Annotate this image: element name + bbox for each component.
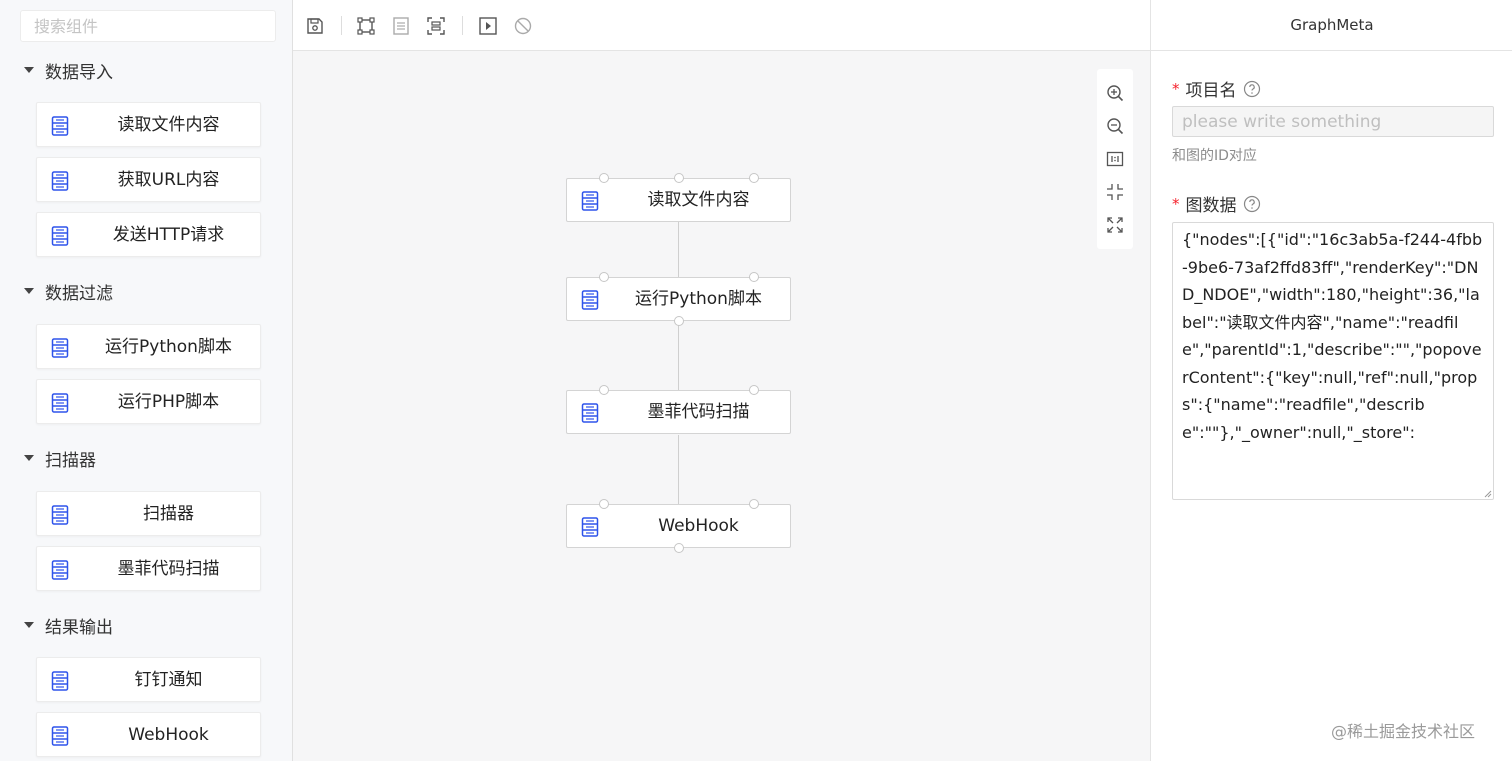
- component-label: 墨菲代码扫描: [117, 559, 220, 579]
- project-name-help: 和图的ID对应: [1172, 148, 1257, 164]
- graph-data-label: * 图数据: [1172, 191, 1261, 216]
- caret-down-icon: [24, 67, 34, 73]
- document-icon: [51, 560, 69, 580]
- document-icon: [581, 403, 599, 423]
- node-port[interactable]: [599, 272, 609, 282]
- component-run-php[interactable]: 运行PHP脚本: [36, 379, 261, 424]
- caret-down-icon: [24, 288, 34, 294]
- group-data-filter[interactable]: 数据过滤: [24, 279, 113, 304]
- component-run-python[interactable]: 运行Python脚本: [36, 324, 261, 369]
- component-label: 获取URL内容: [117, 170, 220, 190]
- node-port[interactable]: [749, 173, 759, 183]
- node-label: 墨菲代码扫描: [647, 402, 750, 422]
- edge-connector: [678, 435, 679, 505]
- caret-down-icon: [24, 455, 34, 461]
- question-circle-icon[interactable]: [1243, 80, 1261, 98]
- graph-meta-panel: GraphMeta * 项目名 和图的ID对应 * 图数据 {"nodes":[…: [1150, 0, 1512, 761]
- node-port[interactable]: [599, 499, 609, 509]
- flow-node-run-python[interactable]: 运行Python脚本: [566, 272, 791, 326]
- node-port[interactable]: [749, 272, 759, 282]
- group-icon[interactable]: [356, 16, 376, 36]
- group-title: 扫描器: [45, 450, 96, 471]
- document-icon: [51, 338, 69, 358]
- toolbar-divider: [341, 16, 342, 35]
- select-all-icon[interactable]: [426, 16, 446, 36]
- component-label: 扫描器: [143, 504, 194, 524]
- group-data-import[interactable]: 数据导入: [24, 58, 113, 83]
- component-read-file[interactable]: 读取文件内容: [36, 102, 261, 147]
- component-scanner[interactable]: 扫描器: [36, 491, 261, 536]
- fullscreen-icon[interactable]: [1106, 216, 1124, 234]
- node-port[interactable]: [599, 385, 609, 395]
- component-label: 运行PHP脚本: [117, 392, 220, 412]
- resize-handle-icon[interactable]: [1484, 490, 1492, 498]
- run-icon[interactable]: [478, 16, 498, 36]
- project-name-input[interactable]: [1172, 106, 1494, 137]
- zoom-toolbar: [1097, 69, 1133, 249]
- question-circle-icon[interactable]: [1243, 195, 1261, 213]
- document-icon: [581, 517, 599, 537]
- component-label: 发送HTTP请求: [112, 225, 225, 245]
- caret-down-icon: [24, 622, 34, 628]
- node-port[interactable]: [674, 173, 684, 183]
- actual-size-icon[interactable]: [1106, 150, 1124, 168]
- group-title: 数据导入: [45, 62, 113, 83]
- component-label: WebHook: [128, 725, 209, 745]
- component-label: 读取文件内容: [117, 115, 220, 135]
- component-search-input[interactable]: [20, 10, 276, 42]
- group-scanner[interactable]: 扫描器: [24, 446, 96, 471]
- component-webhook[interactable]: WebHook: [36, 712, 261, 757]
- zoom-in-icon[interactable]: [1106, 84, 1124, 102]
- group-title: 数据过滤: [45, 283, 113, 304]
- component-http-request[interactable]: 发送HTTP请求: [36, 212, 261, 257]
- flow-node-read-file[interactable]: 读取文件内容: [566, 173, 791, 222]
- panel-title: GraphMeta: [1151, 0, 1512, 51]
- node-label: 运行Python脚本: [635, 289, 762, 309]
- required-mark: *: [1172, 79, 1180, 98]
- node-port[interactable]: [749, 499, 759, 509]
- document-icon: [51, 505, 69, 525]
- flow-node-murphy-scan[interactable]: 墨菲代码扫描: [566, 385, 791, 434]
- toolbar-divider: [462, 16, 463, 35]
- group-result-output[interactable]: 结果输出: [24, 613, 113, 638]
- node-port[interactable]: [599, 173, 609, 183]
- save-icon[interactable]: [305, 16, 325, 36]
- group-title: 结果输出: [45, 617, 113, 638]
- document-icon: [581, 290, 599, 310]
- node-label: WebHook: [658, 516, 739, 536]
- node-port[interactable]: [674, 316, 684, 326]
- required-mark: *: [1172, 194, 1180, 213]
- graph-data-textarea[interactable]: {"nodes":[{"id":"16c3ab5a-f244-4fbb-9be6…: [1172, 222, 1494, 500]
- component-dingtalk-notify[interactable]: 钉钉通知: [36, 657, 261, 702]
- canvas-toolbar: [293, 0, 1150, 51]
- edge-connector: [678, 222, 679, 278]
- fit-screen-icon[interactable]: [1106, 183, 1124, 201]
- watermark: @稀土掘金技术社区: [1331, 722, 1476, 741]
- document-icon: [51, 726, 69, 746]
- flow-canvas[interactable]: 读取文件内容 运行Python脚本 墨菲代码扫描 WebHook: [293, 51, 1150, 761]
- node-port[interactable]: [749, 385, 759, 395]
- ungroup-icon[interactable]: [391, 16, 411, 36]
- edge-connector: [678, 322, 679, 391]
- component-label: 钉钉通知: [134, 670, 203, 690]
- document-icon: [51, 171, 69, 191]
- component-label: 运行Python脚本: [105, 337, 232, 357]
- node-port[interactable]: [674, 543, 684, 553]
- field-label: 项目名: [1185, 81, 1237, 101]
- component-sidebar: 数据导入 读取文件内容 获取URL内容 发送HTTP请求 数据过滤 运行Pyth…: [0, 0, 293, 761]
- node-label: 读取文件内容: [647, 190, 750, 210]
- document-icon: [581, 191, 599, 211]
- zoom-out-icon[interactable]: [1106, 117, 1124, 135]
- flow-node-webhook[interactable]: WebHook: [566, 499, 791, 553]
- document-icon: [51, 116, 69, 136]
- stop-icon[interactable]: [513, 16, 533, 36]
- field-label: 图数据: [1185, 196, 1237, 216]
- component-murphy-scan[interactable]: 墨菲代码扫描: [36, 546, 261, 591]
- project-name-label: * 项目名: [1172, 76, 1261, 101]
- component-fetch-url[interactable]: 获取URL内容: [36, 157, 261, 202]
- document-icon: [51, 671, 69, 691]
- document-icon: [51, 393, 69, 413]
- document-icon: [51, 226, 69, 246]
